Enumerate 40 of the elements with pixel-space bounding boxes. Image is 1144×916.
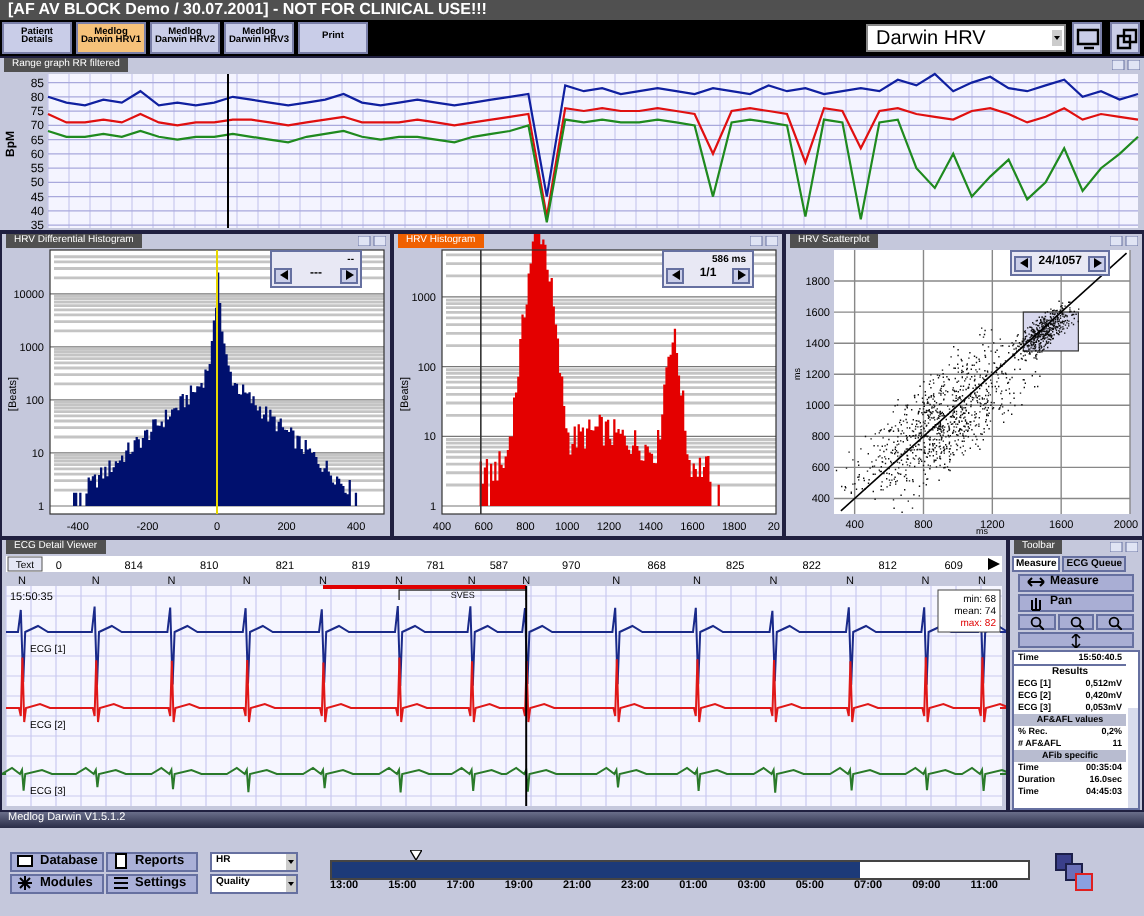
previous-button[interactable] — [274, 267, 292, 283]
zoom-out-icon — [1108, 615, 1123, 629]
document-icon — [111, 852, 129, 870]
next-button[interactable] — [340, 267, 358, 283]
previous-button[interactable] — [1014, 255, 1033, 271]
toolbar-button[interactable] — [1072, 22, 1102, 54]
left-triangle-icon — [671, 270, 679, 280]
next-button[interactable] — [1088, 255, 1106, 271]
caret-icon — [286, 853, 296, 869]
caret-icon — [286, 875, 296, 891]
window-controls-icon — [358, 236, 386, 246]
right-triangle-icon — [1093, 258, 1101, 268]
double-arrow-icon — [1026, 574, 1046, 592]
scroll-bar[interactable] — [1128, 708, 1138, 808]
next-button[interactable] — [732, 267, 750, 283]
window-controls-icon — [750, 236, 778, 246]
zoom-button[interactable] — [1057, 614, 1095, 630]
right-triangle-icon[interactable] — [988, 558, 1000, 570]
toolbar-button[interactable] — [1110, 22, 1140, 54]
window-controls-icon — [1112, 60, 1140, 70]
squares-logo-icon — [1054, 852, 1094, 892]
caret-icon — [1052, 30, 1062, 46]
window-controls-icon — [1110, 542, 1138, 552]
window-controls-icon — [1110, 236, 1138, 246]
right-triangle-icon — [345, 270, 353, 280]
previous-button[interactable] — [666, 267, 684, 283]
zoom-button[interactable] — [1096, 614, 1135, 630]
zoom-in-icon — [1029, 615, 1044, 629]
module-dropdown[interactable]: Darwin HRV — [866, 24, 1066, 52]
window-title: [AF AV BLOCK Demo / 30.07.2001] - NOT FOR CLINICAL USE!!! — [8, 2, 487, 18]
zoom-button[interactable] — [1018, 614, 1056, 630]
stats-box — [937, 589, 1001, 633]
left-triangle-icon — [279, 270, 287, 280]
triangle-marker-icon — [410, 850, 422, 861]
right-triangle-icon — [737, 270, 745, 280]
event-bracket — [398, 589, 527, 601]
vertical-arrows-icon — [1069, 633, 1083, 647]
left-triangle-icon — [1019, 258, 1028, 268]
scale-button[interactable] — [1018, 632, 1134, 648]
database-icon — [16, 852, 34, 870]
